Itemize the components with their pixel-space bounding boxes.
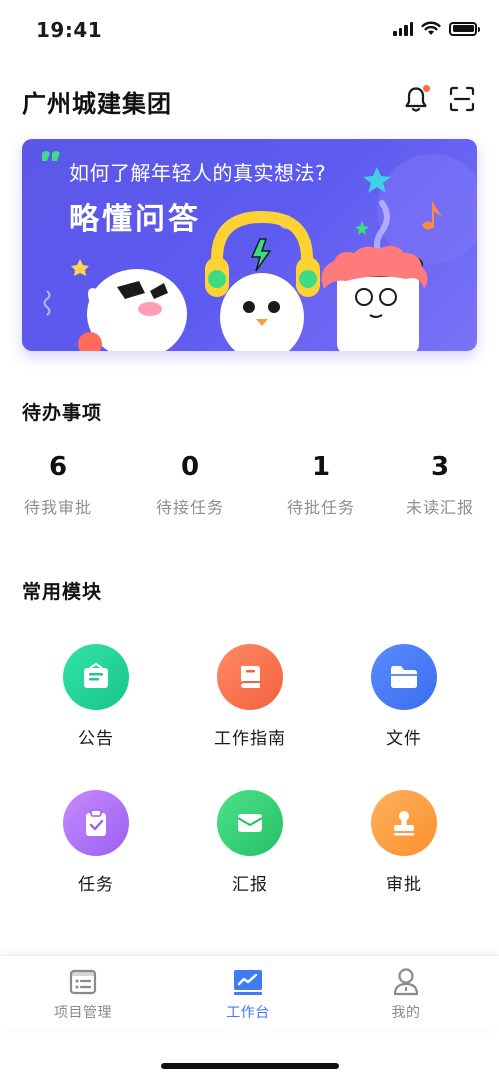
todo-label: 待接任务 [155,498,224,517]
battery-icon [449,21,480,36]
tab-label: 我的 [391,1005,421,1021]
tab-label: 项目管理 [54,1005,112,1021]
book-icon [217,644,283,710]
tab-project-management[interactable]: 项目管理 [23,966,143,1022]
envelope-icon [217,790,283,856]
scan-button[interactable] [447,84,477,114]
user-profile-icon [346,966,466,998]
module-label: 汇报 [232,875,268,895]
status-icons [393,21,480,36]
module-label: 任务 [78,875,114,895]
modules-section-title: 常用模块 [22,581,103,603]
module-label: 审批 [386,875,422,895]
tab-my-profile[interactable]: 我的 [346,966,466,1022]
module-work-guide[interactable]: 工作指南 [185,644,315,749]
list-document-icon [23,966,143,998]
module-label: 公告 [78,729,114,749]
todo-stats: 6 待我审批 0 待接任务 1 待批任务 3 未读汇报 [0,452,499,532]
todo-count: 1 [311,452,331,482]
tab-workbench[interactable]: 工作台 [188,966,308,1022]
todo-item-pending-approval[interactable]: 6 待我审批 [0,452,118,518]
module-label: 文件 [386,729,422,749]
app-header: 广州城建集团 [22,80,477,120]
module-tasks[interactable]: 任务 [31,790,161,895]
todo-label: 待批任务 [286,498,355,517]
banner-title: 如何了解年轻人的真实想法? [69,161,327,185]
notice-board-icon [63,644,129,710]
notifications-button[interactable] [401,84,431,114]
cellular-signal-icon [393,21,413,36]
module-label: 工作指南 [214,729,286,749]
bottom-tab-bar: 项目管理 工作台 我的 [0,955,499,1030]
todo-label: 待我审批 [23,498,92,517]
module-notice[interactable]: 公告 [31,644,161,749]
banner-subtitle: 略懂问答 [69,202,201,237]
home-indicator [161,1063,339,1069]
status-bar: 19:41 [0,0,499,60]
page-title: 广州城建集团 [22,90,172,118]
scan-icon [449,86,475,112]
clipboard-check-icon [63,790,129,856]
module-approval[interactable]: 审批 [339,790,469,895]
wifi-icon [421,21,441,35]
tab-label: 工作台 [226,1005,270,1021]
todo-item-tasks-to-accept[interactable]: 0 待接任务 [130,452,250,518]
status-time: 19:41 [36,18,103,42]
todo-section-title: 待办事项 [22,402,103,424]
dashboard-chart-icon [188,966,308,998]
todo-item-tasks-to-approve[interactable]: 1 待批任务 [261,452,381,518]
module-reports[interactable]: 汇报 [185,790,315,895]
folder-icon [371,644,437,710]
module-files[interactable]: 文件 [339,644,469,749]
notification-dot [423,85,430,92]
stamp-icon [371,790,437,856]
todo-label: 未读汇报 [405,498,474,517]
todo-count: 3 [430,452,450,482]
todo-count: 6 [48,452,68,482]
todo-item-unread-reports[interactable]: 3 未读汇报 [380,452,499,518]
todo-count: 0 [180,452,200,482]
promo-banner[interactable]: 如何了解年轻人的真实想法? 略懂问答 [22,139,477,351]
